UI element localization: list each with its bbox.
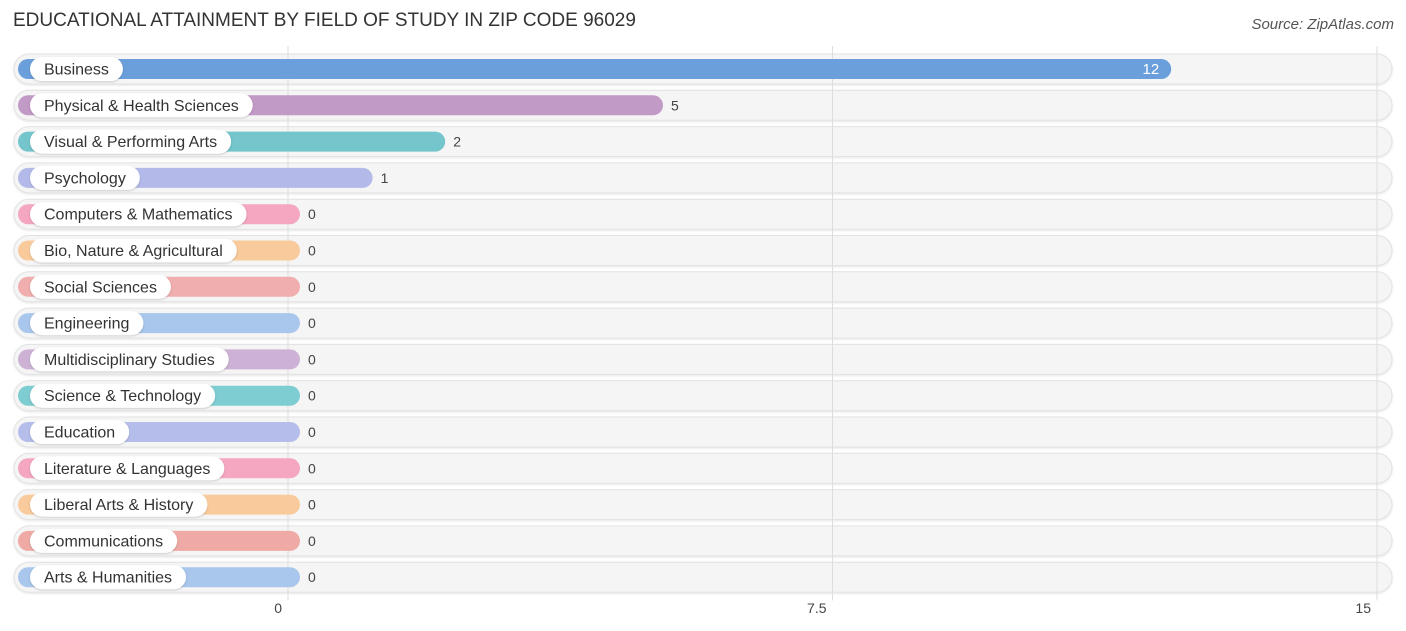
bar-row: Science & Technology 0	[18, 383, 316, 408]
value-label: 2	[453, 134, 461, 150]
value-label: 0	[308, 497, 316, 513]
value-label: 5	[671, 97, 679, 113]
value-label: 1	[381, 170, 389, 186]
bar-row: Engineering 0	[18, 311, 316, 336]
category-label: Arts & Humanities	[44, 570, 172, 587]
bar-row: Visual & Performing Arts 2	[18, 129, 461, 154]
bar-row: Business 12	[18, 57, 1172, 81]
bar-chart: Business 12Physical & Health Sciences 5Vis…	[13, 46, 1393, 616]
x-tick-label: 0	[274, 600, 282, 616]
bar-row: Physical & Health Sciences 5	[18, 93, 679, 118]
bar-row: Communications 0	[18, 528, 316, 553]
value-label: 0	[308, 388, 316, 404]
bar-row: Computers & Mathematics 0	[18, 202, 316, 227]
category-label: Literature & Languages	[44, 461, 210, 478]
x-axis-ticks: 0 7.5 15	[274, 600, 1371, 616]
value-label: 0	[308, 460, 316, 476]
category-label: Education	[44, 425, 115, 442]
category-label: Visual & Performing Arts	[44, 134, 217, 151]
value-label: 0	[308, 351, 316, 367]
category-label: Physical & Health Sciences	[44, 98, 239, 115]
value-label: 0	[308, 279, 316, 295]
category-label: Bio, Nature & Agricultural	[44, 243, 223, 260]
x-tick-label: 7.5	[807, 600, 827, 616]
bar-row: Education 0	[18, 420, 316, 444]
category-label: Social Sciences	[44, 279, 157, 296]
category-label: Science & Technology	[44, 388, 201, 405]
bar-row: Literature & Languages 0	[18, 456, 316, 481]
category-label: Multidisciplinary Studies	[44, 352, 215, 369]
bar-row: Psychology 1	[18, 165, 389, 190]
bar-row: Arts & Humanities 0	[18, 565, 316, 590]
value-label: 0	[308, 569, 316, 585]
value-label: 12	[1143, 61, 1160, 78]
bar	[18, 59, 1172, 79]
bar-row: Social Sciences 0	[18, 274, 316, 299]
category-label: Liberal Arts & History	[44, 497, 193, 514]
bar-row: Bio, Nature & Agricultural 0	[18, 238, 316, 263]
value-label: 0	[308, 206, 316, 222]
category-label: Engineering	[44, 316, 129, 333]
category-label: Computers & Mathematics	[44, 207, 233, 224]
category-label: Psychology	[44, 170, 126, 187]
value-label: 0	[308, 243, 316, 259]
bar-row: Multidisciplinary Studies 0	[18, 347, 316, 372]
category-label: Communications	[44, 533, 163, 550]
category-label: Business	[44, 62, 109, 79]
x-tick-label: 15	[1355, 600, 1371, 616]
bar-row: Liberal Arts & History 0	[18, 492, 316, 517]
value-label: 0	[308, 315, 316, 331]
value-label: 0	[308, 533, 316, 549]
value-label: 0	[308, 424, 316, 440]
